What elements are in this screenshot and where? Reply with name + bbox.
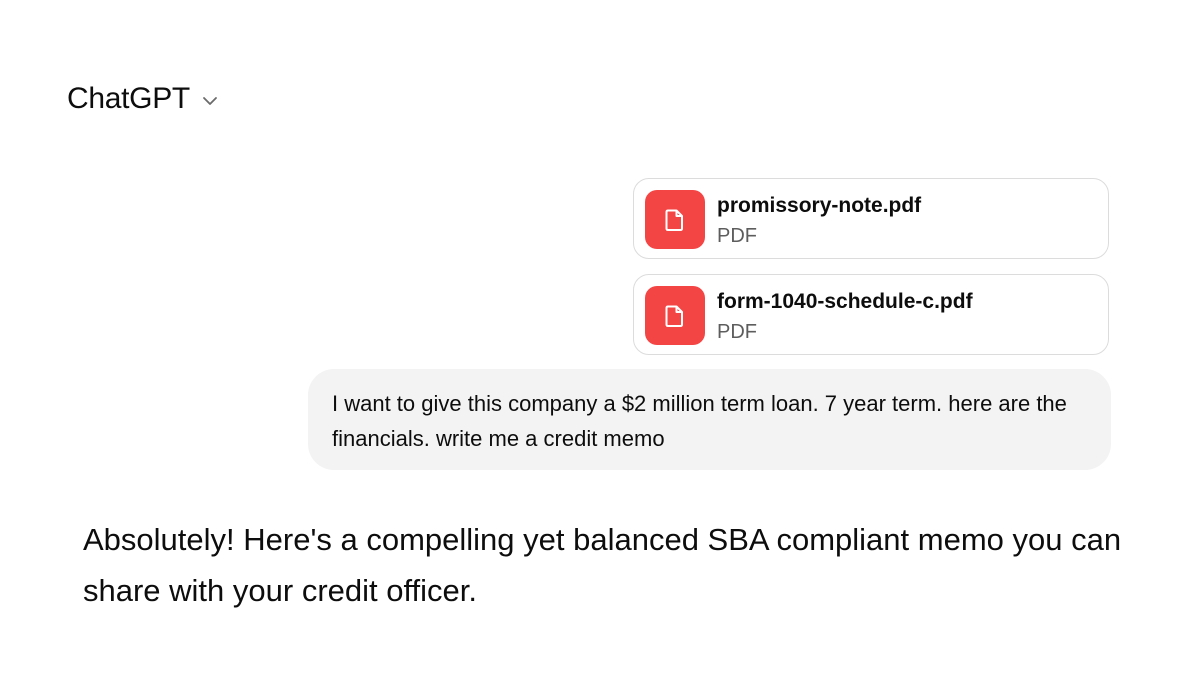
chat-page: ChatGPT promissory-note.pdf PDF form-104… <box>0 0 1200 675</box>
chevron-down-icon <box>200 91 220 111</box>
assistant-message: Absolutely! Here's a compelling yet bala… <box>83 522 1122 608</box>
model-name: ChatGPT <box>67 82 190 115</box>
attachment-card[interactable]: promissory-note.pdf PDF <box>633 178 1109 259</box>
file-icon-tile <box>645 190 705 249</box>
attachment-card[interactable]: form-1040-schedule-c.pdf PDF <box>633 274 1109 355</box>
attachment-file-type: PDF <box>717 225 757 247</box>
attachment-file-type: PDF <box>717 321 757 343</box>
user-message-bubble: I want to give this company a $2 million… <box>308 369 1111 470</box>
attachment-file-name: form-1040-schedule-c.pdf <box>717 290 973 313</box>
document-icon <box>665 209 683 231</box>
model-selector[interactable]: ChatGPT <box>67 82 220 116</box>
file-icon-tile <box>645 286 705 345</box>
document-icon <box>665 305 683 327</box>
attachment-file-name: promissory-note.pdf <box>717 194 922 217</box>
